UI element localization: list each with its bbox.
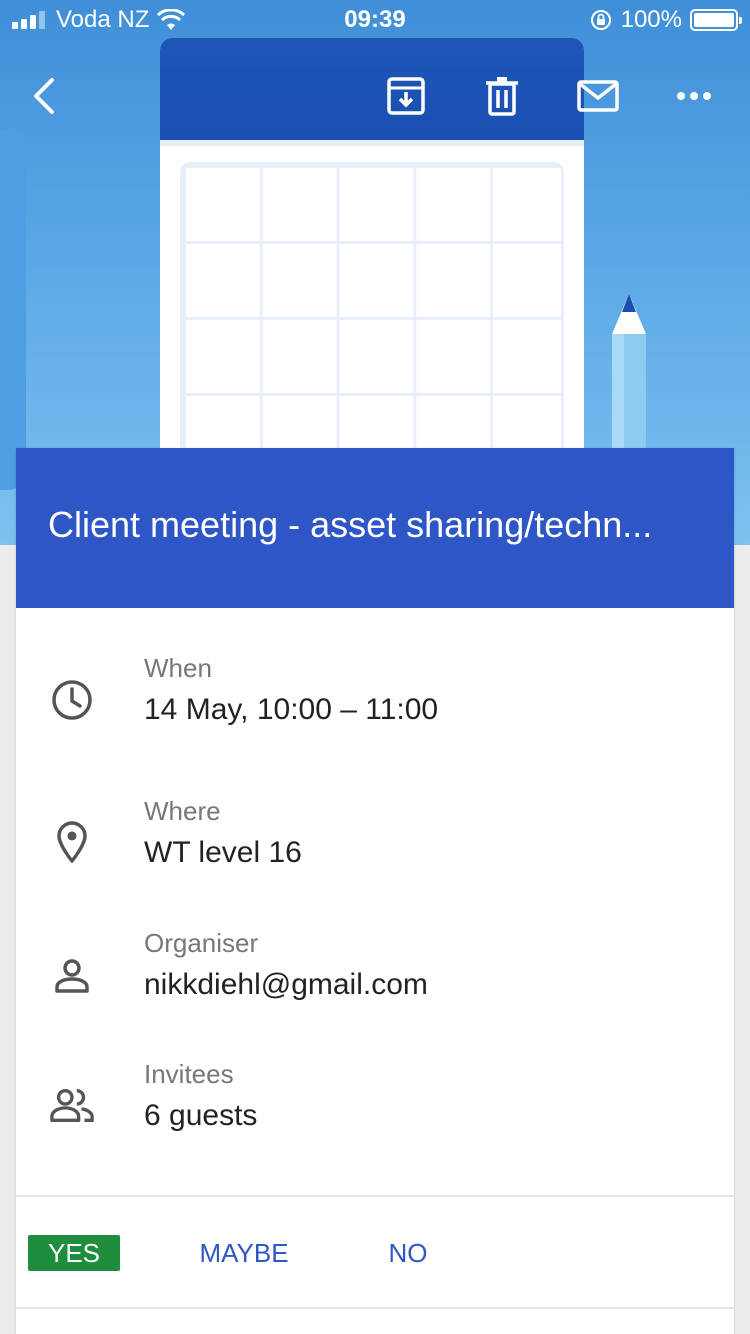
when-label: When <box>144 653 212 683</box>
group-icon <box>50 1083 94 1127</box>
location-pin-icon <box>50 820 94 864</box>
clock-icon <box>50 678 94 722</box>
person-icon <box>50 954 94 998</box>
organiser-value[interactable]: nikkdiehl@gmail.com <box>144 968 428 1002</box>
organiser-row: Organiser nikkdiehl@gmail.com <box>16 928 734 1038</box>
event-title: Client meeting - asset sharing/techn... <box>48 504 653 545</box>
invitees-row[interactable]: Invitees 6 guests <box>16 1059 734 1169</box>
invitees-value: 6 guests <box>144 1099 258 1132</box>
action-toolbar <box>0 60 750 132</box>
status-bar: Voda NZ 09:39 100% <box>0 0 750 40</box>
email-button[interactable] <box>562 60 634 132</box>
rsvp-no-button[interactable]: NO <box>384 1235 432 1271</box>
battery-icon <box>690 9 742 31</box>
organiser-label: Organiser <box>144 928 259 958</box>
divider <box>16 1307 734 1309</box>
back-button[interactable] <box>8 60 80 132</box>
where-value[interactable]: WT level 16 <box>144 836 302 870</box>
event-card: Client meeting - asset sharing/techn... … <box>16 448 734 1334</box>
archive-button[interactable] <box>370 60 442 132</box>
rotation-lock-icon <box>590 10 611 30</box>
event-header: Client meeting - asset sharing/techn... <box>16 448 734 608</box>
divider <box>16 1195 734 1197</box>
hero-decoration <box>0 130 26 490</box>
mail-icon <box>577 80 619 112</box>
trash-icon <box>486 77 518 116</box>
battery-percent: 100% <box>620 6 682 33</box>
battery-info: 100% <box>589 6 742 34</box>
rsvp-bar: YES MAYBE NO <box>16 1228 734 1334</box>
more-horizontal-icon <box>677 92 711 100</box>
where-row: Where WT level 16 <box>16 796 734 906</box>
rsvp-yes-button[interactable]: YES <box>28 1235 120 1271</box>
when-value: 14 May, 10:00 – 11:00 <box>144 693 439 726</box>
archive-icon <box>387 77 425 115</box>
rsvp-maybe-button[interactable]: MAYBE <box>196 1235 292 1271</box>
invitees-label: Invitees <box>144 1059 234 1089</box>
where-label: Where <box>144 796 221 826</box>
delete-button[interactable] <box>466 60 538 132</box>
more-options-button[interactable] <box>658 60 730 132</box>
chevron-left-icon <box>34 78 54 114</box>
when-row: When 14 May, 10:00 – 11:00 <box>16 653 734 763</box>
